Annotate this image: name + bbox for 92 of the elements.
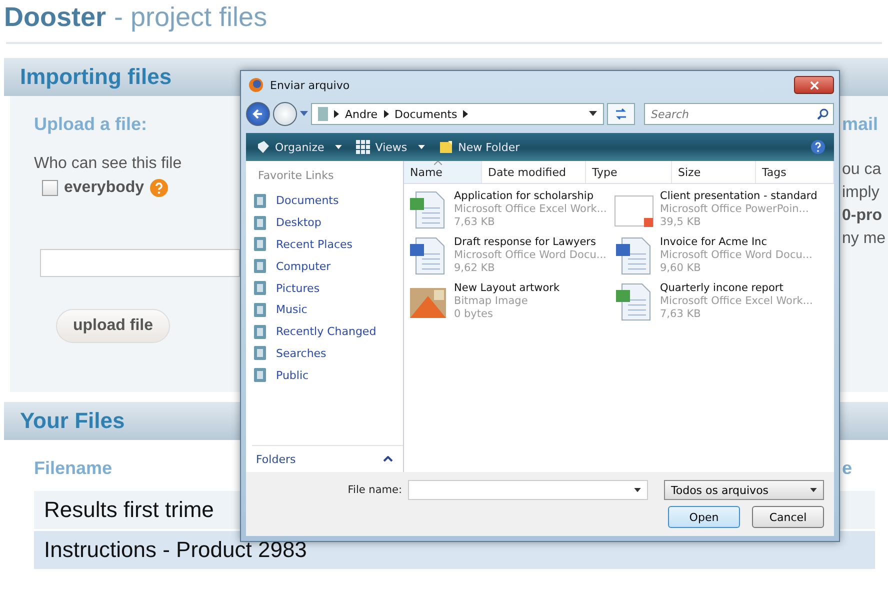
dialog-title: Enviar arquivo [270, 78, 350, 92]
refresh-button[interactable] [607, 103, 635, 125]
file-item[interactable]: Client presentation - standard Microsoft Office PowerPoin... 39,5 KB [614, 190, 830, 230]
favorite-link[interactable]: Documents [252, 190, 403, 212]
checkbox-label: everybody [64, 179, 144, 197]
breadcrumb-item[interactable]: Documents [394, 108, 458, 120]
caret-icon[interactable] [418, 144, 426, 150]
dropdown-arrow-icon[interactable] [810, 488, 817, 492]
favorite-link[interactable]: Computer [252, 255, 403, 278]
file-type: Bitmap Image [454, 295, 529, 308]
column-header: Filename [34, 458, 112, 479]
column-header[interactable]: Size [672, 161, 756, 183]
help-icon[interactable] [810, 139, 826, 155]
dropdown-arrow-icon[interactable] [589, 111, 597, 117]
close-icon[interactable] [810, 80, 818, 90]
search-field[interactable]: Search [644, 103, 834, 125]
grid-icon[interactable] [356, 140, 370, 154]
chevron-icon [334, 110, 339, 118]
search-icon[interactable] [817, 108, 829, 120]
toolbar-button[interactable]: Organize [254, 138, 344, 156]
upload-heading: Upload a file: [34, 114, 148, 135]
file-type: Microsoft Office PowerPoin... [660, 203, 810, 216]
folder-icon[interactable] [439, 140, 454, 154]
folders-toggle[interactable]: Folders [256, 452, 296, 466]
text-fragment: 0-pro [842, 207, 883, 225]
browser-icon [248, 77, 264, 93]
toolbar-button[interactable]: New Folder [437, 138, 522, 156]
favorite-link[interactable]: Pictures [252, 277, 403, 299]
section-title: Your Files [20, 408, 125, 434]
file-type-dropdown[interactable]: Todos os arquivos [664, 480, 824, 500]
caret-icon[interactable] [383, 456, 393, 462]
dialog-button[interactable]: Open [668, 506, 740, 528]
section-heading: mail [842, 114, 880, 135]
file-size: 0 bytes [454, 308, 494, 321]
visibility-label: Who can see this file [34, 155, 182, 173]
file-size: 9,60 KB [660, 262, 702, 275]
file-item[interactable]: Quarterly incone report Microsoft Office Excel Work... 7,63 KB [614, 282, 830, 322]
file-name-label: File name: [348, 484, 402, 496]
back-arrow-icon[interactable] [252, 108, 264, 120]
file-type: Microsoft Office Excel Work... [660, 295, 813, 308]
file-item[interactable]: Application for scholarship Microsoft Office Excel Work... 7,63 KB [408, 190, 614, 230]
column-header[interactable]: Type [586, 161, 672, 183]
breadcrumb-item[interactable]: Andre [345, 108, 378, 120]
file-size: 7,63 KB [660, 308, 702, 321]
checkbox[interactable] [42, 180, 58, 196]
column-header: e [842, 458, 852, 479]
upload-button[interactable]: upload file [56, 309, 170, 343]
address-bar[interactable]: Andre Documents [311, 103, 604, 125]
refresh-icon[interactable] [614, 108, 628, 120]
file-size: 9,62 KB [454, 262, 496, 275]
favorite-link[interactable]: Recently Changed [252, 320, 403, 343]
forward-button[interactable] [273, 102, 297, 126]
text-fragment: ny me [842, 230, 887, 248]
chevron-icon [384, 110, 389, 118]
file-name-field[interactable] [408, 480, 648, 500]
file-type: Microsoft Office Word Docu... [660, 249, 812, 262]
back-button[interactable] [246, 102, 270, 126]
close-button[interactable] [794, 76, 834, 94]
column-header[interactable]: Date modified [482, 161, 586, 183]
file-item[interactable]: Invoice for Acme Inc Microsoft Office Word Docu... 9,60 KB [614, 236, 830, 276]
file-name: Quarterly incone report [660, 282, 784, 295]
file-name: Draft response for Lawyers [454, 236, 597, 249]
dropdown-value: Todos os arquivos [671, 484, 769, 496]
file-size: 39,5 KB [660, 216, 702, 229]
file-item[interactable]: New Layout artwork Bitmap Image 0 bytes [408, 282, 614, 322]
column-header[interactable]: Name [404, 161, 482, 183]
file-name: Invoice for Acme Inc [660, 236, 768, 249]
section-title: Importing files [20, 64, 172, 90]
file-name: Application for scholarship [454, 190, 594, 203]
toolbar-button[interactable]: Views [354, 138, 428, 156]
favorite-link[interactable]: Public [252, 364, 403, 386]
file-path-field[interactable] [40, 249, 240, 277]
favorite-link[interactable]: Desktop [252, 212, 403, 234]
pane-heading: Favorite Links [257, 169, 335, 182]
favorite-link[interactable]: Searches [252, 342, 403, 364]
file-name: New Layout artwork [454, 282, 560, 295]
site-brand: Dooster [4, 2, 106, 33]
file-size: 7,63 KB [454, 216, 496, 229]
caret-icon[interactable] [335, 144, 342, 150]
chevron-icon [463, 110, 468, 118]
text-fragment: imply [842, 184, 880, 202]
file-type: Microsoft Office Word Docu... [454, 249, 606, 262]
column-header[interactable]: Tags [756, 161, 834, 183]
page-subtitle: - project files [114, 2, 268, 33]
dialog-button[interactable]: Cancel [752, 506, 824, 528]
dropdown-arrow-icon[interactable] [634, 488, 641, 492]
file-item[interactable]: Draft response for Lawyers Microsoft Office Word Docu... 9,62 KB [408, 236, 614, 276]
file-type: Microsoft Office Excel Work... [454, 203, 607, 216]
file-name: Client presentation - standard [660, 190, 818, 203]
favorite-link[interactable]: Recent Places [252, 234, 403, 256]
favorite-link[interactable]: Music [252, 298, 403, 321]
text-fragment: ou ca [842, 161, 882, 179]
